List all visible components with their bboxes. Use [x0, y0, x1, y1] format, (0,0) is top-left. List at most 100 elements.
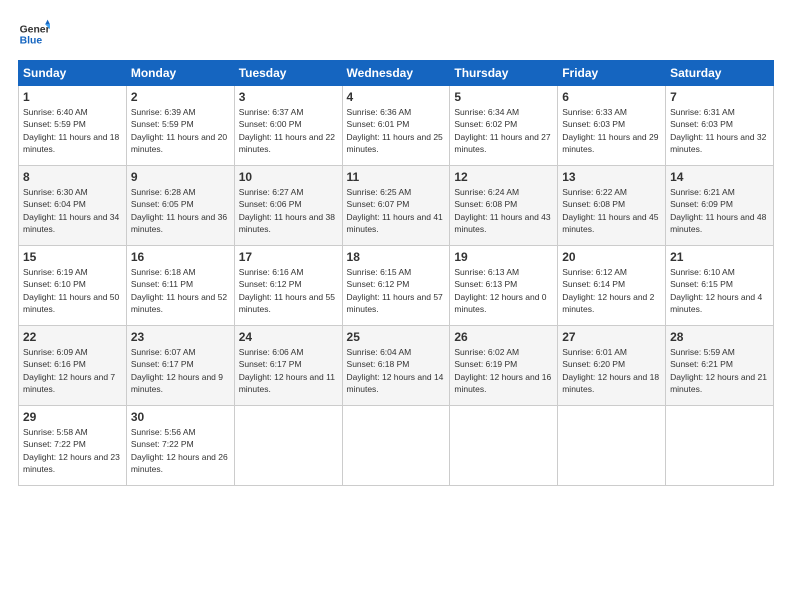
calendar-cell: 2 Sunrise: 6:39 AMSunset: 5:59 PMDayligh… [126, 86, 234, 166]
calendar-cell: 9 Sunrise: 6:28 AMSunset: 6:05 PMDayligh… [126, 166, 234, 246]
day-number: 18 [347, 250, 446, 264]
calendar-cell: 3 Sunrise: 6:37 AMSunset: 6:00 PMDayligh… [234, 86, 342, 166]
day-number: 3 [239, 90, 338, 104]
calendar-cell: 17 Sunrise: 6:16 AMSunset: 6:12 PMDaylig… [234, 246, 342, 326]
calendar-cell [234, 406, 342, 486]
day-number: 7 [670, 90, 769, 104]
calendar-cell: 22 Sunrise: 6:09 AMSunset: 6:16 PMDaylig… [19, 326, 127, 406]
day-detail: Sunrise: 6:21 AMSunset: 6:09 PMDaylight:… [670, 187, 766, 234]
calendar-week-row: 8 Sunrise: 6:30 AMSunset: 6:04 PMDayligh… [19, 166, 774, 246]
day-detail: Sunrise: 5:59 AMSunset: 6:21 PMDaylight:… [670, 347, 767, 394]
day-number: 16 [131, 250, 230, 264]
calendar-cell [342, 406, 450, 486]
calendar-cell [558, 406, 666, 486]
svg-text:General: General [20, 24, 50, 35]
calendar-cell: 11 Sunrise: 6:25 AMSunset: 6:07 PMDaylig… [342, 166, 450, 246]
day-detail: Sunrise: 6:27 AMSunset: 6:06 PMDaylight:… [239, 187, 335, 234]
header-wednesday: Wednesday [342, 61, 450, 86]
day-number: 4 [347, 90, 446, 104]
calendar-cell: 6 Sunrise: 6:33 AMSunset: 6:03 PMDayligh… [558, 86, 666, 166]
logo-icon: General Blue [18, 18, 50, 50]
day-detail: Sunrise: 6:34 AMSunset: 6:02 PMDaylight:… [454, 107, 550, 154]
day-detail: Sunrise: 6:24 AMSunset: 6:08 PMDaylight:… [454, 187, 550, 234]
day-number: 9 [131, 170, 230, 184]
day-detail: Sunrise: 5:56 AMSunset: 7:22 PMDaylight:… [131, 427, 228, 474]
day-detail: Sunrise: 6:15 AMSunset: 6:12 PMDaylight:… [347, 267, 443, 314]
day-detail: Sunrise: 6:19 AMSunset: 6:10 PMDaylight:… [23, 267, 119, 314]
calendar-cell: 10 Sunrise: 6:27 AMSunset: 6:06 PMDaylig… [234, 166, 342, 246]
day-detail: Sunrise: 6:09 AMSunset: 6:16 PMDaylight:… [23, 347, 115, 394]
day-number: 20 [562, 250, 661, 264]
calendar-cell: 4 Sunrise: 6:36 AMSunset: 6:01 PMDayligh… [342, 86, 450, 166]
day-detail: Sunrise: 6:02 AMSunset: 6:19 PMDaylight:… [454, 347, 551, 394]
day-number: 29 [23, 410, 122, 424]
calendar-cell: 13 Sunrise: 6:22 AMSunset: 6:08 PMDaylig… [558, 166, 666, 246]
calendar-cell: 24 Sunrise: 6:06 AMSunset: 6:17 PMDaylig… [234, 326, 342, 406]
day-number: 14 [670, 170, 769, 184]
calendar-cell: 5 Sunrise: 6:34 AMSunset: 6:02 PMDayligh… [450, 86, 558, 166]
day-detail: Sunrise: 6:04 AMSunset: 6:18 PMDaylight:… [347, 347, 444, 394]
calendar-cell: 1 Sunrise: 6:40 AMSunset: 5:59 PMDayligh… [19, 86, 127, 166]
day-detail: Sunrise: 6:22 AMSunset: 6:08 PMDaylight:… [562, 187, 658, 234]
calendar-week-row: 29 Sunrise: 5:58 AMSunset: 7:22 PMDaylig… [19, 406, 774, 486]
logo: General Blue [18, 18, 50, 50]
day-number: 1 [23, 90, 122, 104]
day-detail: Sunrise: 6:30 AMSunset: 6:04 PMDaylight:… [23, 187, 119, 234]
day-detail: Sunrise: 6:01 AMSunset: 6:20 PMDaylight:… [562, 347, 659, 394]
day-detail: Sunrise: 6:25 AMSunset: 6:07 PMDaylight:… [347, 187, 443, 234]
day-number: 24 [239, 330, 338, 344]
header: General Blue [18, 18, 774, 50]
day-number: 17 [239, 250, 338, 264]
calendar-cell: 27 Sunrise: 6:01 AMSunset: 6:20 PMDaylig… [558, 326, 666, 406]
day-number: 15 [23, 250, 122, 264]
weekday-header-row: Sunday Monday Tuesday Wednesday Thursday… [19, 61, 774, 86]
day-number: 11 [347, 170, 446, 184]
calendar-cell: 15 Sunrise: 6:19 AMSunset: 6:10 PMDaylig… [19, 246, 127, 326]
day-detail: Sunrise: 6:36 AMSunset: 6:01 PMDaylight:… [347, 107, 443, 154]
svg-text:Blue: Blue [20, 36, 43, 47]
day-number: 23 [131, 330, 230, 344]
calendar-cell: 18 Sunrise: 6:15 AMSunset: 6:12 PMDaylig… [342, 246, 450, 326]
calendar-week-row: 15 Sunrise: 6:19 AMSunset: 6:10 PMDaylig… [19, 246, 774, 326]
day-detail: Sunrise: 6:40 AMSunset: 5:59 PMDaylight:… [23, 107, 119, 154]
day-number: 2 [131, 90, 230, 104]
day-detail: Sunrise: 6:39 AMSunset: 5:59 PMDaylight:… [131, 107, 227, 154]
day-detail: Sunrise: 6:28 AMSunset: 6:05 PMDaylight:… [131, 187, 227, 234]
day-detail: Sunrise: 6:16 AMSunset: 6:12 PMDaylight:… [239, 267, 335, 314]
day-number: 19 [454, 250, 553, 264]
calendar-cell: 23 Sunrise: 6:07 AMSunset: 6:17 PMDaylig… [126, 326, 234, 406]
page: General Blue Sunday Monday Tuesday Wedne… [0, 0, 792, 612]
calendar-cell: 28 Sunrise: 5:59 AMSunset: 6:21 PMDaylig… [666, 326, 774, 406]
day-number: 6 [562, 90, 661, 104]
calendar-cell [450, 406, 558, 486]
day-number: 10 [239, 170, 338, 184]
calendar-cell: 26 Sunrise: 6:02 AMSunset: 6:19 PMDaylig… [450, 326, 558, 406]
day-detail: Sunrise: 6:10 AMSunset: 6:15 PMDaylight:… [670, 267, 762, 314]
day-number: 12 [454, 170, 553, 184]
day-detail: Sunrise: 6:18 AMSunset: 6:11 PMDaylight:… [131, 267, 227, 314]
day-number: 22 [23, 330, 122, 344]
day-number: 25 [347, 330, 446, 344]
header-friday: Friday [558, 61, 666, 86]
day-number: 8 [23, 170, 122, 184]
day-number: 30 [131, 410, 230, 424]
day-number: 27 [562, 330, 661, 344]
calendar-cell: 19 Sunrise: 6:13 AMSunset: 6:13 PMDaylig… [450, 246, 558, 326]
day-detail: Sunrise: 6:07 AMSunset: 6:17 PMDaylight:… [131, 347, 223, 394]
header-monday: Monday [126, 61, 234, 86]
header-thursday: Thursday [450, 61, 558, 86]
calendar-cell: 8 Sunrise: 6:30 AMSunset: 6:04 PMDayligh… [19, 166, 127, 246]
day-detail: Sunrise: 6:37 AMSunset: 6:00 PMDaylight:… [239, 107, 335, 154]
calendar-cell: 20 Sunrise: 6:12 AMSunset: 6:14 PMDaylig… [558, 246, 666, 326]
calendar-cell: 25 Sunrise: 6:04 AMSunset: 6:18 PMDaylig… [342, 326, 450, 406]
calendar-cell: 29 Sunrise: 5:58 AMSunset: 7:22 PMDaylig… [19, 406, 127, 486]
day-detail: Sunrise: 5:58 AMSunset: 7:22 PMDaylight:… [23, 427, 120, 474]
calendar-cell: 7 Sunrise: 6:31 AMSunset: 6:03 PMDayligh… [666, 86, 774, 166]
calendar-cell: 14 Sunrise: 6:21 AMSunset: 6:09 PMDaylig… [666, 166, 774, 246]
calendar-week-row: 1 Sunrise: 6:40 AMSunset: 5:59 PMDayligh… [19, 86, 774, 166]
calendar-table: Sunday Monday Tuesday Wednesday Thursday… [18, 60, 774, 486]
calendar-cell: 16 Sunrise: 6:18 AMSunset: 6:11 PMDaylig… [126, 246, 234, 326]
header-sunday: Sunday [19, 61, 127, 86]
day-detail: Sunrise: 6:13 AMSunset: 6:13 PMDaylight:… [454, 267, 546, 314]
calendar-cell: 21 Sunrise: 6:10 AMSunset: 6:15 PMDaylig… [666, 246, 774, 326]
